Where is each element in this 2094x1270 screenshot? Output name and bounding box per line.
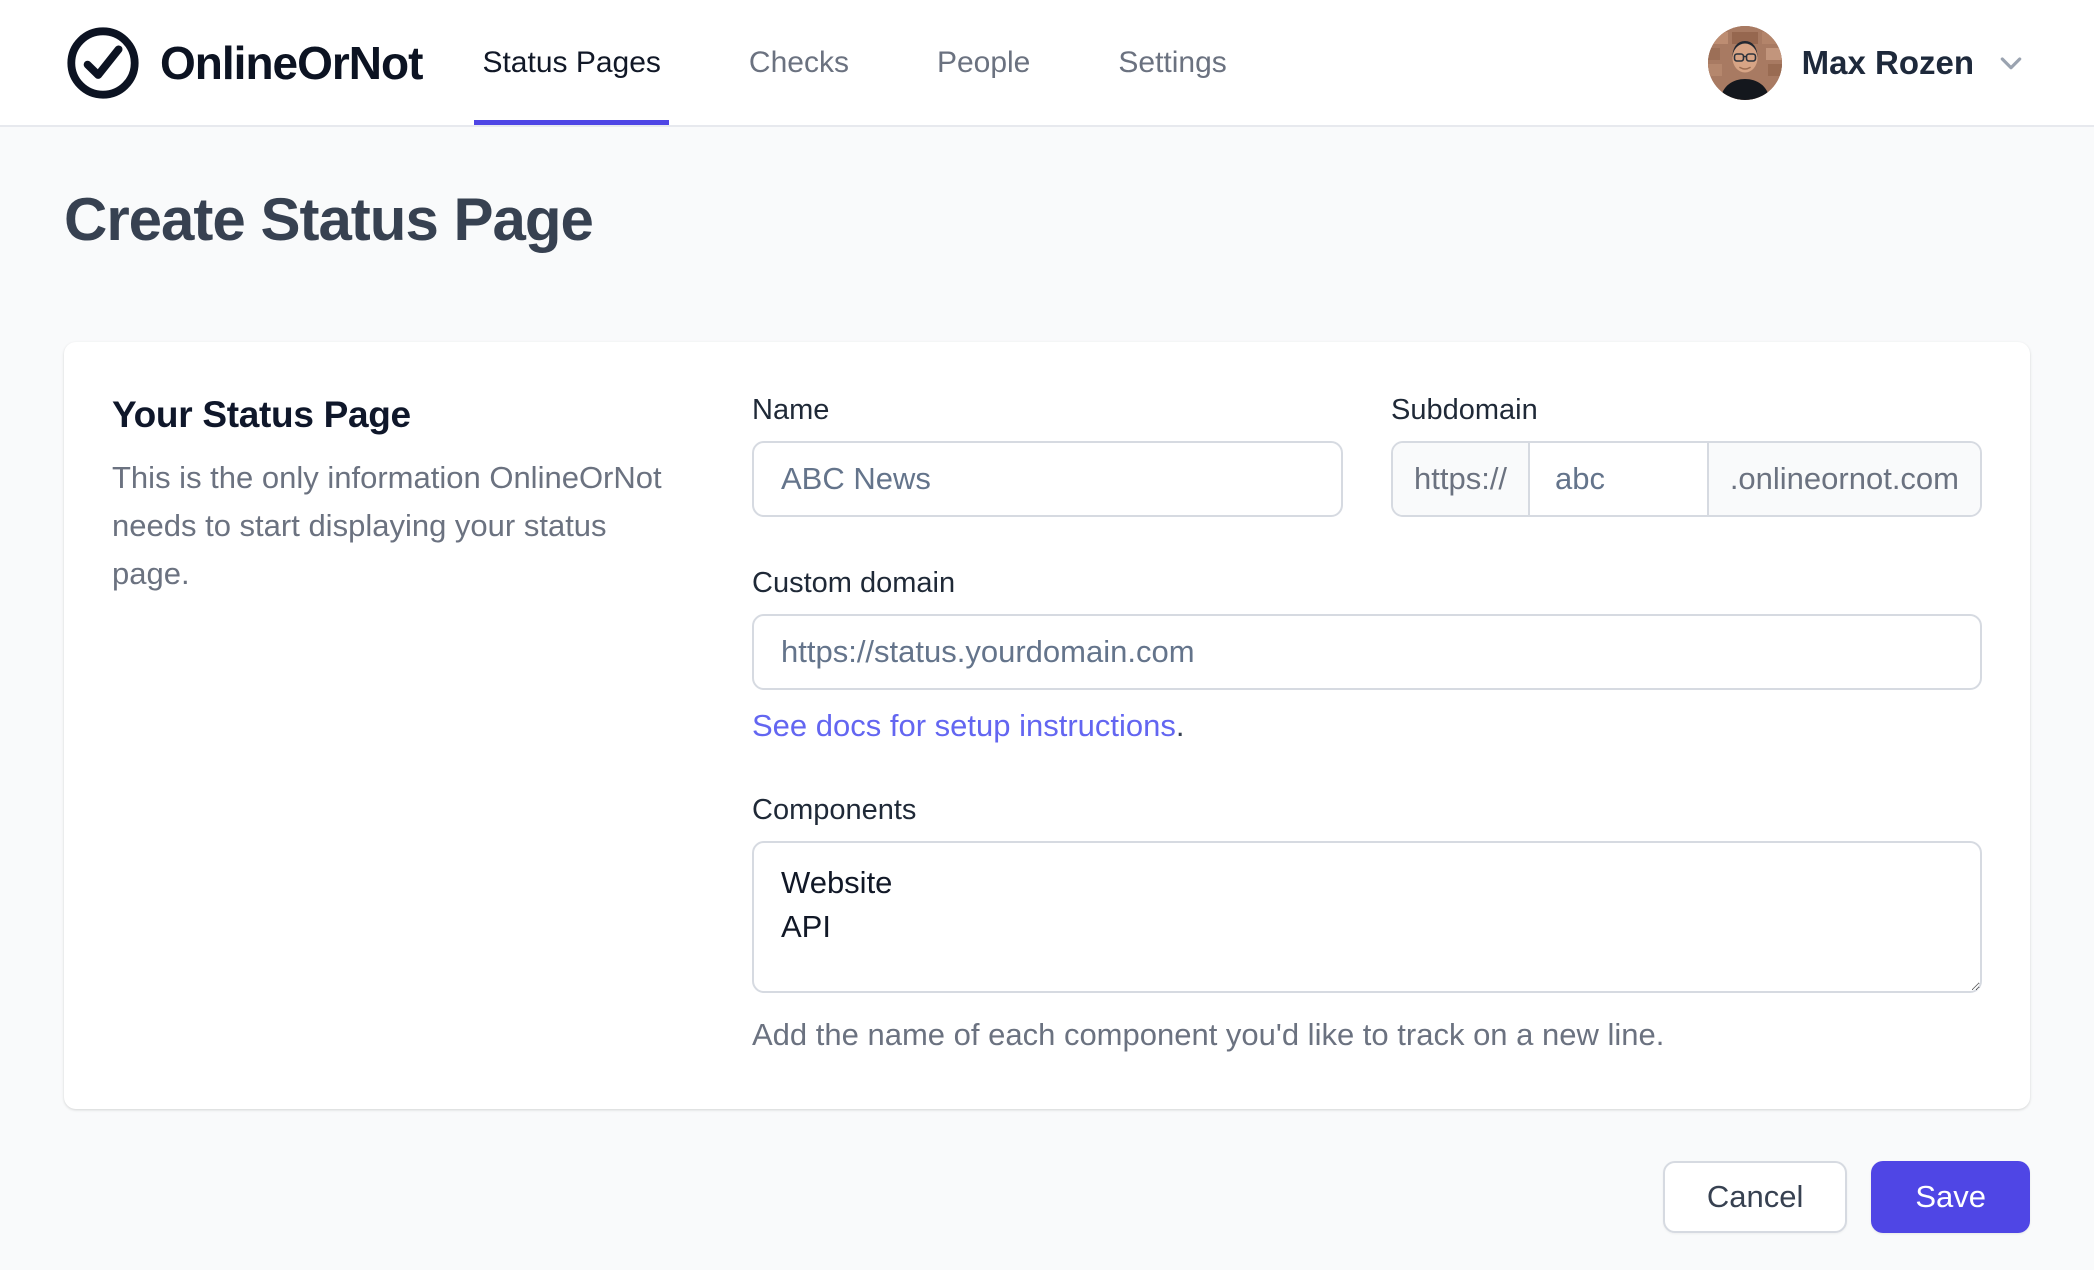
onlineornot-logo-icon xyxy=(64,24,142,102)
nav-item-checks[interactable]: Checks xyxy=(741,0,857,125)
form-actions: Cancel Save xyxy=(64,1161,2030,1233)
components-label: Components xyxy=(752,794,917,826)
custom-domain-hint: See docs for setup instructions. xyxy=(752,708,1982,744)
brand-link[interactable]: OnlineOrNot xyxy=(64,0,423,125)
chevron-down-icon xyxy=(1992,44,2030,82)
subdomain-field: Subdomain https:// .onlineornot.com xyxy=(1391,394,1982,517)
user-name: Max Rozen xyxy=(1801,43,1974,81)
save-button[interactable]: Save xyxy=(1871,1161,2030,1233)
name-label: Name xyxy=(752,394,830,426)
section-intro: Your Status Page This is the only inform… xyxy=(112,394,672,1053)
section-description: This is the only information OnlineOrNot… xyxy=(112,460,662,592)
components-field: Components Website API Add the name of e… xyxy=(752,794,1982,1053)
avatar xyxy=(1707,25,1782,100)
name-field: Name xyxy=(752,394,1343,517)
custom-domain-field: Custom domain See docs for setup instruc… xyxy=(752,567,1982,744)
primary-nav: Status Pages Checks People Settings xyxy=(474,0,1234,125)
docs-link-suffix: . xyxy=(1175,708,1185,743)
subdomain-protocol-prefix: https:// xyxy=(1393,443,1529,515)
page-title: Create Status Page xyxy=(64,186,594,253)
subdomain-input[interactable] xyxy=(1528,443,1709,515)
section-heading: Your Status Page xyxy=(112,394,411,435)
brand-name: OnlineOrNot xyxy=(160,36,423,89)
main-content: Create Status Page Your Status Page This… xyxy=(0,127,2094,1270)
docs-link[interactable]: See docs for setup instructions xyxy=(752,708,1176,743)
top-nav: OnlineOrNot Status Pages Checks People S… xyxy=(0,0,2094,127)
subdomain-group: https:// .onlineornot.com xyxy=(1391,441,1982,517)
user-menu[interactable]: Max Rozen xyxy=(1707,0,2030,125)
components-textarea[interactable]: Website API xyxy=(752,841,1982,993)
nav-item-status-pages[interactable]: Status Pages xyxy=(474,0,669,125)
nav-item-people[interactable]: People xyxy=(929,0,1038,125)
cancel-button[interactable]: Cancel xyxy=(1662,1161,1848,1233)
app: OnlineOrNot Status Pages Checks People S… xyxy=(0,0,2094,1270)
custom-domain-input[interactable] xyxy=(752,614,1982,690)
components-help: Add the name of each component you'd lik… xyxy=(752,1017,1665,1052)
name-input[interactable] xyxy=(752,441,1343,517)
custom-domain-label: Custom domain xyxy=(752,567,956,599)
subdomain-label: Subdomain xyxy=(1391,394,1538,426)
nav-item-settings[interactable]: Settings xyxy=(1110,0,1234,125)
status-page-card: Your Status Page This is the only inform… xyxy=(64,342,2030,1109)
status-page-form: Name Subdomain https:// .onlineornot.com… xyxy=(752,394,1982,1053)
subdomain-domain-suffix: .onlineornot.com xyxy=(1708,443,1980,515)
